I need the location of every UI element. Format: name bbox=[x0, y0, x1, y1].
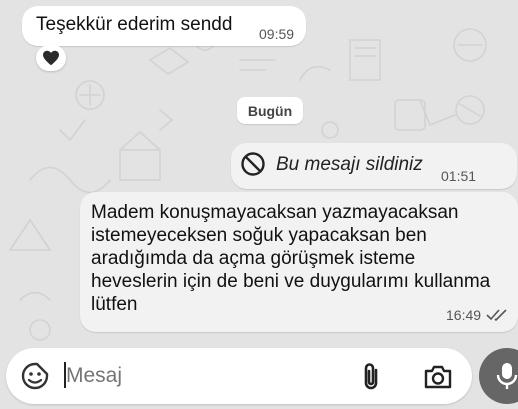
double-check-icon bbox=[486, 309, 507, 322]
message-reaction[interactable] bbox=[36, 45, 66, 71]
outgoing-message-time: 16:49 bbox=[446, 307, 482, 323]
message-line: heveslerin için de beni ve duygularımı k… bbox=[91, 271, 491, 292]
deleted-message-time: 01:51 bbox=[441, 168, 477, 184]
message-line: aradığımda da açma görüşmek isteme bbox=[91, 248, 416, 269]
message-input[interactable] bbox=[66, 358, 336, 394]
message-line: Madem konuşmayacaksan yazmayacaksan bbox=[91, 202, 459, 223]
incoming-message-text: Teşekkür ederim sendd bbox=[36, 14, 233, 35]
camera-icon[interactable] bbox=[423, 364, 453, 390]
outgoing-message-text: Madem konuşmayacaksan yazmayacaksan iste… bbox=[91, 201, 490, 316]
microphone-icon bbox=[496, 363, 518, 389]
message-line: lütfen bbox=[91, 294, 138, 315]
sticker-icon[interactable] bbox=[20, 361, 50, 391]
date-separator: Bugün bbox=[237, 97, 303, 124]
outgoing-message-bubble[interactable]: Madem konuşmayacaksan yazmayacaksan iste… bbox=[80, 192, 518, 332]
incoming-message-time: 09:59 bbox=[259, 26, 295, 42]
black-heart-icon bbox=[43, 50, 59, 66]
paperclip-icon[interactable] bbox=[360, 362, 382, 392]
deleted-message-text: Bu mesajı sildiniz bbox=[276, 154, 423, 175]
incoming-message-bubble[interactable]: Teşekkür ederim sendd 09:59 bbox=[22, 6, 306, 46]
message-line: istemeyeceksen soğuk yapacaksan ben bbox=[91, 225, 427, 246]
prohibited-icon bbox=[241, 152, 265, 176]
